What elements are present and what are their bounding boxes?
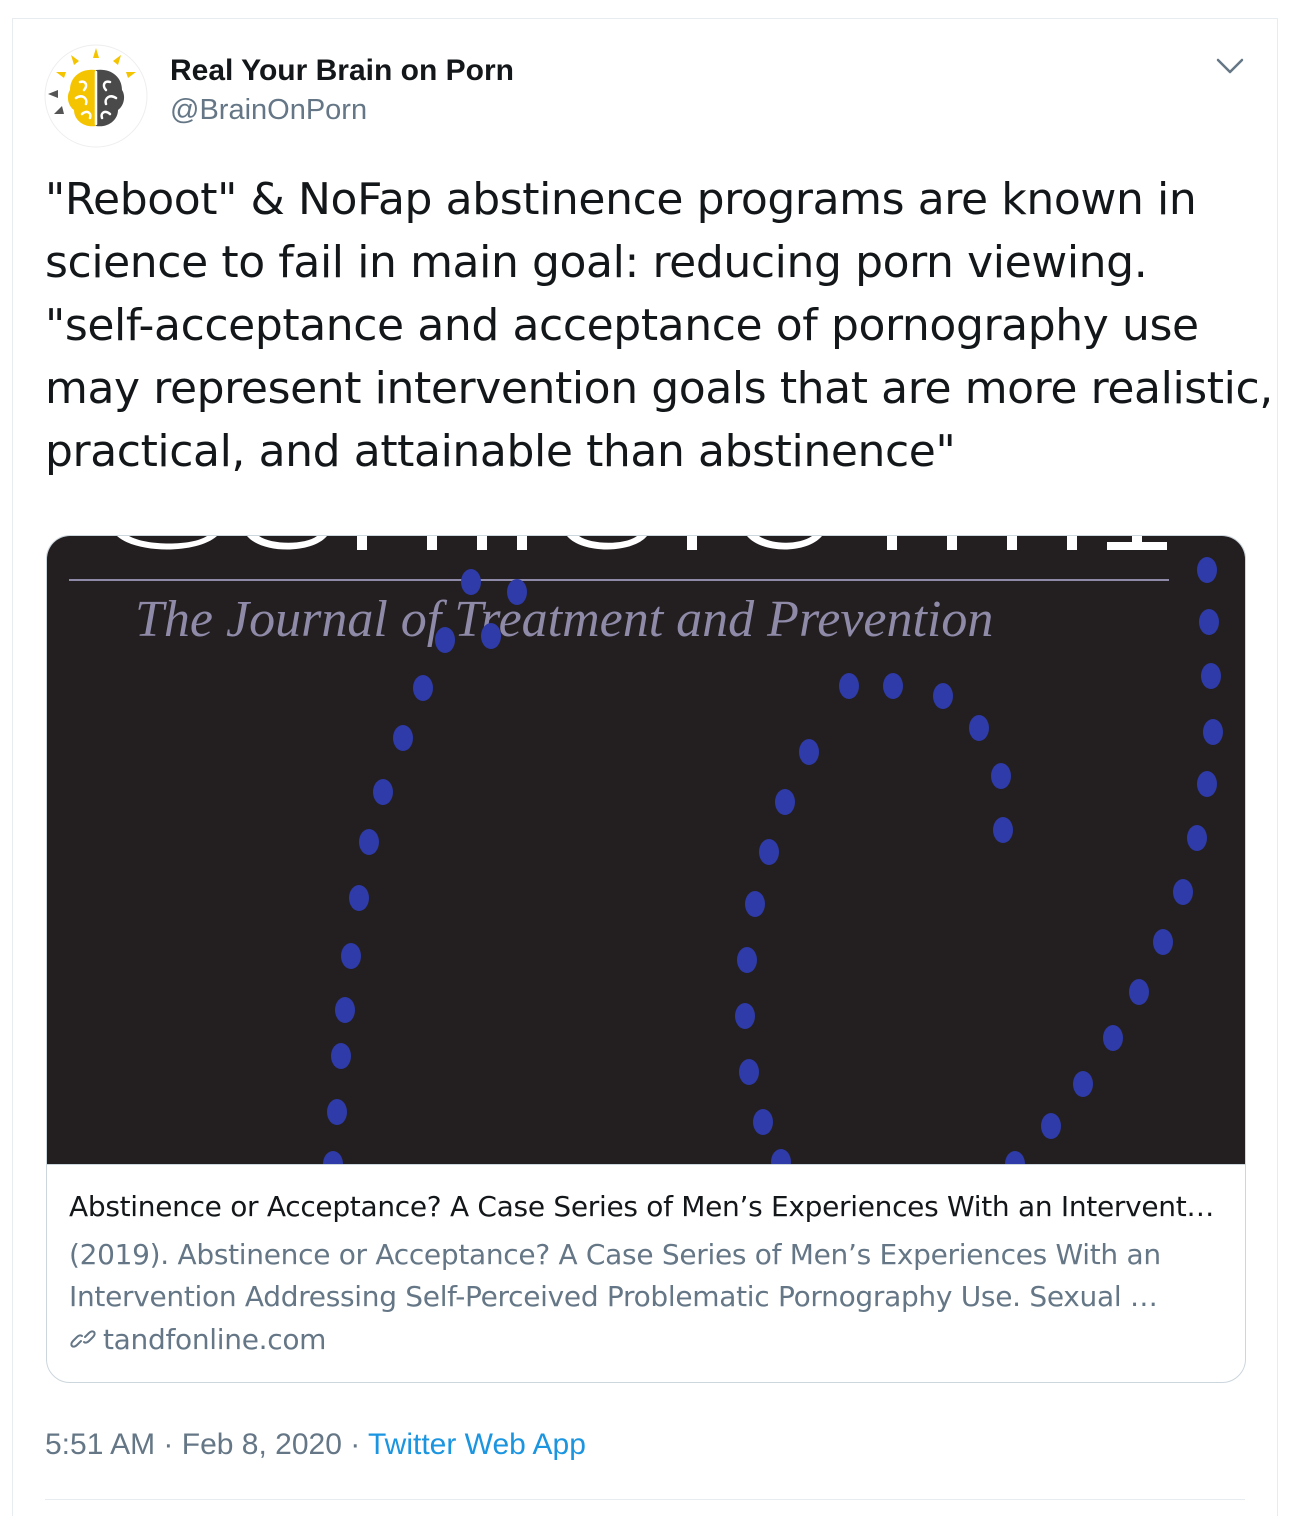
cover-dot [327, 1099, 347, 1125]
cover-dot [1203, 719, 1223, 745]
cover-dot [1153, 929, 1173, 955]
cover-dot [349, 885, 369, 911]
cover-dot [359, 829, 379, 855]
cover-dot [739, 1059, 759, 1085]
cover-dot [413, 675, 433, 701]
tweet-line: practical, and attainable than abstinenc… [45, 426, 956, 477]
tweet-source-link[interactable]: Twitter Web App [368, 1428, 586, 1461]
cover-dot [481, 623, 501, 649]
cover-dot [753, 1109, 773, 1135]
card-domain[interactable]: tandfonline.com [69, 1323, 326, 1360]
cover-dot [1129, 979, 1149, 1005]
cover-dot [335, 997, 355, 1023]
author-display-name[interactable]: Real Your Brain on Porn [170, 54, 514, 88]
tweet-line: "Reboot" & NoFap abstinence programs are… [45, 174, 1197, 225]
cover-dot [1103, 1025, 1123, 1051]
cover-dot [969, 715, 989, 741]
cover-dot [323, 1151, 343, 1164]
cover-dot [771, 1149, 791, 1164]
cropped-title-letters [117, 536, 1167, 550]
cover-dot [933, 683, 953, 709]
tweet-page: Real Your Brain on Porn @BrainOnPorn "Re… [0, 0, 1294, 1516]
link-card[interactable]: The Journal of Treatment and Prevention … [46, 535, 1246, 1383]
tweet-meta: 5:51 AM · Feb 8, 2020 · Twitter Web App [45, 1428, 586, 1462]
cover-dot [745, 891, 765, 917]
cover-dot [393, 725, 413, 751]
cover-dot [1073, 1071, 1093, 1097]
tweet-line: "self-acceptance and acceptance of porno… [45, 300, 1199, 351]
cover-dot [341, 943, 361, 969]
cover-dot [1197, 557, 1217, 583]
cover-dot [839, 673, 859, 699]
chevron-down-icon[interactable] [1212, 52, 1248, 80]
cover-dot [1005, 1151, 1025, 1164]
tweet-text: "Reboot" & NoFap abstinence programs are… [45, 168, 1273, 483]
card-description: (2019). Abstinence or Acceptance? A Case… [69, 1234, 1229, 1318]
cover-dot [331, 1043, 351, 1069]
cover-dot [883, 673, 903, 699]
card-domain-text: tandfonline.com [103, 1323, 327, 1356]
meta-separator: · [155, 1428, 182, 1461]
meta-separator: · [341, 1428, 368, 1461]
cover-dot [1201, 663, 1221, 689]
cover-dot [1173, 879, 1193, 905]
card-description-line: Intervention Addressing Self-Perceived P… [69, 1280, 1158, 1313]
cover-dot [775, 789, 795, 815]
cover-dot [735, 1003, 755, 1029]
bottom-divider [45, 1499, 1245, 1500]
cover-dot [435, 627, 455, 653]
link-icon [69, 1325, 97, 1360]
cover-dot [373, 779, 393, 805]
cover-dot [799, 739, 819, 765]
brain-sun-logo-icon [44, 44, 148, 148]
tweet-date[interactable]: Feb 8, 2020 [182, 1428, 342, 1461]
card-divider [47, 1164, 1245, 1165]
cover-dot [1199, 609, 1219, 635]
cover-dot [991, 763, 1011, 789]
tweet-line: may represent intervention goals that ar… [45, 363, 1273, 414]
card-image[interactable]: The Journal of Treatment and Prevention [47, 536, 1245, 1164]
cover-dot [1187, 825, 1207, 851]
tweet-line: science to fail in main goal: reducing p… [45, 237, 1148, 288]
cover-dot [507, 579, 527, 605]
cover-dot [759, 839, 779, 865]
avatar[interactable] [44, 44, 148, 148]
decorative-dots [323, 557, 1223, 1164]
card-title[interactable]: Abstinence or Acceptance? A Case Series … [69, 1190, 1229, 1223]
journal-cover-image: The Journal of Treatment and Prevention [69, 536, 1223, 1164]
cover-dot [1197, 771, 1217, 797]
author-handle[interactable]: @BrainOnPorn [170, 94, 367, 127]
cover-dot [737, 947, 757, 973]
cover-heading: The Journal of Treatment and Prevention [135, 591, 993, 648]
cover-dot [1041, 1113, 1061, 1139]
cover-dot [461, 569, 481, 595]
tweet-time[interactable]: 5:51 AM [45, 1428, 155, 1461]
card-description-line: (2019). Abstinence or Acceptance? A Case… [69, 1238, 1161, 1271]
cover-dot [993, 817, 1013, 843]
